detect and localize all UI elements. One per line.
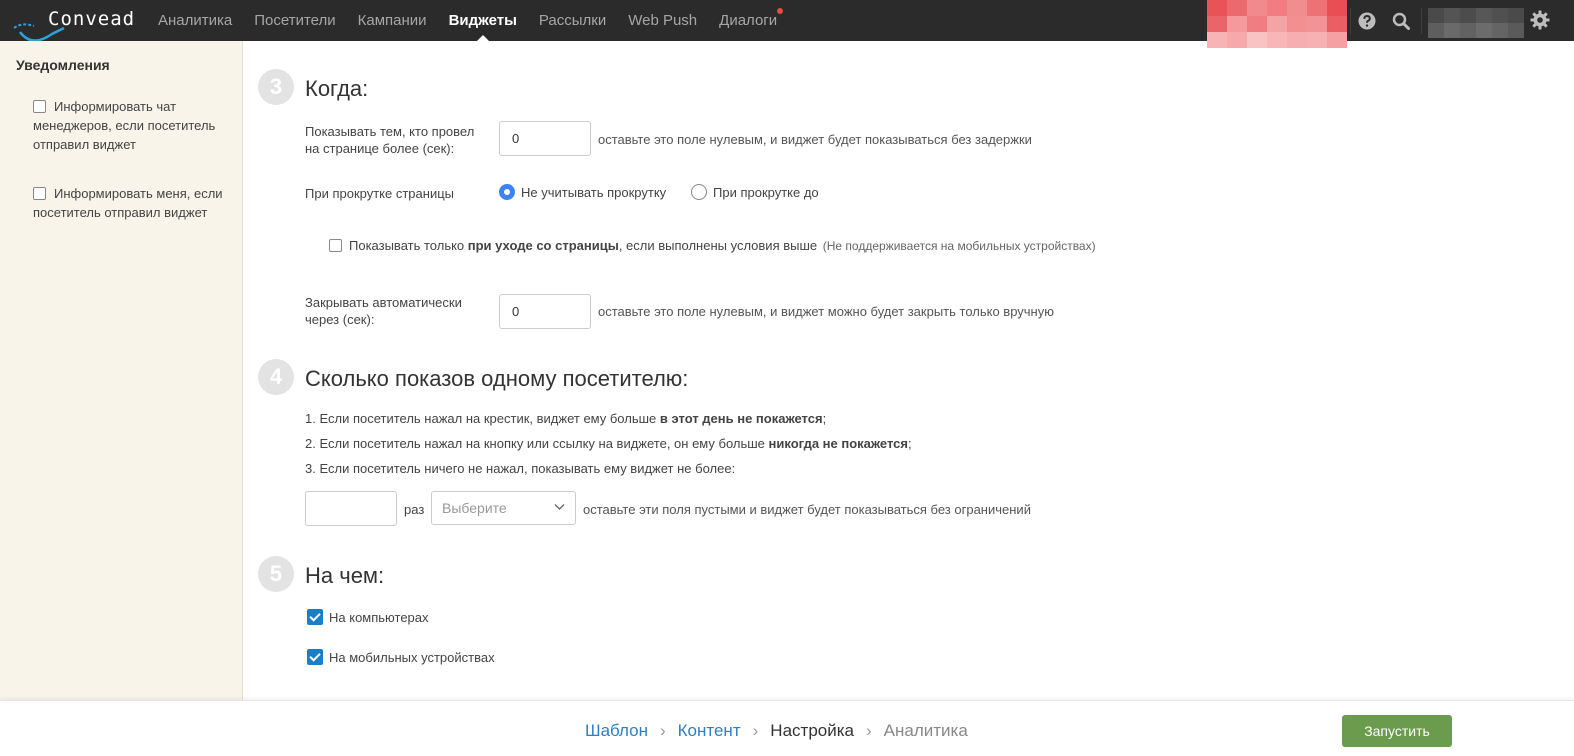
scroll-to-radio[interactable]: При прокрутке до — [691, 184, 819, 200]
brand-name: Convead — [48, 8, 136, 30]
notify-me-option[interactable]: Информировать меня, если посетитель отпр… — [33, 184, 238, 222]
nav-item-campaigns[interactable]: Кампании — [347, 0, 438, 41]
top-icons — [1350, 0, 1418, 41]
notify-managers-label: Информировать чат менеджеров, если посет… — [33, 99, 216, 152]
wizard-steps: Шаблон › Контент › Настройка › Аналитика — [585, 721, 968, 741]
logo[interactable]: Convead — [12, 4, 136, 51]
exit-intent-suffix: , если выполнены условия выше — [618, 238, 818, 253]
nav-item-dialogs[interactable]: Диалоги — [708, 0, 788, 41]
launch-button[interactable]: Запустить — [1342, 715, 1452, 747]
delay-seconds-input[interactable]: 0 — [499, 121, 591, 156]
wizard-footer: Шаблон › Контент › Настройка › Аналитика… — [0, 700, 1574, 756]
exit-intent-prefix: Показывать только — [349, 238, 468, 253]
autoclose-hint: оставьте это поле нулевым, и виджет можн… — [598, 304, 1054, 319]
mobile-not-supported-note: (Не поддерживается на мобильных устройст… — [822, 239, 1096, 253]
rule-text: 2. Если посетитель нажал на кнопку или с… — [305, 436, 769, 451]
nav-label: Посетители — [254, 12, 336, 29]
delay-hint: оставьте это поле нулевым, и виджет буде… — [598, 132, 1032, 147]
rule-end: ; — [822, 411, 827, 426]
nav-label: Диалоги — [719, 12, 778, 29]
max-times-input[interactable] — [305, 491, 397, 526]
gear-icon[interactable] — [1530, 10, 1550, 33]
radio-label: При прокрутке до — [713, 184, 819, 200]
section-title-when: Когда: — [305, 76, 369, 101]
nav-item-web-push[interactable]: Web Push — [617, 0, 708, 41]
radio-label: Не учитывать прокрутку — [521, 184, 667, 200]
frequency-hint: оставьте эти поля пустыми и виджет будет… — [583, 502, 1031, 517]
nav-label: Рассылки — [538, 12, 607, 29]
exit-intent-option[interactable]: Показывать только при уходе со страницы,… — [329, 238, 1096, 253]
scroll-label: При прокрутке страницы — [305, 186, 454, 201]
rule-end: ; — [908, 436, 912, 451]
divider — [1421, 8, 1422, 34]
device-mobile-option[interactable]: На мобильных устройствах — [307, 649, 495, 665]
rule-bold: в этот день не покажется — [659, 411, 823, 426]
nav-item-visitors[interactable]: Посетители — [243, 0, 346, 41]
chevron-down-icon — [554, 504, 565, 510]
notification-dot — [777, 8, 784, 14]
device-desktop-label: На компьютерах — [329, 610, 429, 625]
times-unit-label: раз — [404, 502, 425, 517]
wizard-step-content[interactable]: Контент — [678, 721, 741, 741]
sidebar-title: Уведомления — [16, 57, 110, 73]
nav-item-mailings[interactable]: Рассылки — [528, 0, 617, 41]
sidebar: Уведомления Информировать чат менеджеров… — [0, 41, 243, 700]
nav-label: Виджеты — [448, 12, 517, 29]
section-title-frequency: Сколько показов одному посетителю: — [305, 366, 689, 391]
nav-label: Web Push — [628, 12, 698, 29]
step-number: 3 — [258, 69, 294, 105]
radio-indicator — [691, 184, 707, 200]
rule-bold: никогда не покажется — [768, 436, 909, 451]
frequency-rule-3: 3. Если посетитель ничего не нажал, пока… — [305, 461, 735, 476]
wizard-step-template[interactable]: Шаблон — [585, 721, 648, 741]
top-navbar: Convead Аналитика Посетители Кампании Ви… — [0, 0, 1574, 51]
chevron-right-icon: › — [866, 721, 872, 740]
period-select[interactable]: Выберите — [431, 491, 576, 525]
autoclose-label: Закрывать автоматически через (сек): — [305, 295, 462, 327]
main-nav: Аналитика Посетители Кампании Виджеты Ра… — [147, 0, 788, 41]
exit-intent-checkbox[interactable] — [329, 239, 342, 252]
step-number: 5 — [258, 556, 294, 592]
chevron-right-icon: › — [752, 721, 759, 740]
device-mobile-checkbox[interactable] — [307, 649, 323, 665]
wizard-step-analytics: Аналитика — [883, 721, 968, 740]
nav-item-widgets[interactable]: Виджеты — [438, 0, 528, 41]
widget-settings-form: 3 Когда: Показывать тем, кто провел на с… — [244, 41, 1574, 700]
redacted-user-name[interactable] — [1428, 8, 1524, 38]
device-desktop-checkbox[interactable] — [307, 609, 323, 625]
device-desktop-option[interactable]: На компьютерах — [307, 609, 429, 625]
autoclose-seconds-input[interactable]: 0 — [499, 294, 591, 329]
notify-me-label: Информировать меня, если посетитель отпр… — [33, 186, 223, 220]
section-title-devices: На чем: — [305, 563, 385, 588]
step-number: 4 — [258, 359, 294, 395]
frequency-rule-2: 2. Если посетитель нажал на кнопку или с… — [305, 436, 912, 451]
search-icon[interactable] — [1384, 0, 1418, 41]
notify-managers-option[interactable]: Информировать чат менеджеров, если посет… — [33, 97, 238, 154]
notify-me-checkbox[interactable] — [33, 187, 46, 200]
exit-intent-bold: при уходе со страницы — [467, 238, 619, 253]
nav-label: Кампании — [357, 12, 427, 29]
radio-indicator — [499, 184, 515, 200]
notify-managers-checkbox[interactable] — [33, 100, 46, 113]
scroll-ignore-radio[interactable]: Не учитывать прокрутку — [499, 184, 666, 200]
wizard-step-settings: Настройка — [770, 721, 854, 740]
period-select-value: Выберите — [442, 500, 507, 516]
rule-text: 1. Если посетитель нажал на крестик, вид… — [305, 411, 660, 426]
device-mobile-label: На мобильных устройствах — [329, 650, 495, 665]
nav-label: Аналитика — [158, 12, 233, 29]
rule-text: 3. Если посетитель ничего не нажал, пока… — [305, 461, 736, 476]
frequency-rule-1: 1. Если посетитель нажал на крестик, вид… — [305, 411, 826, 426]
help-icon[interactable] — [1350, 0, 1384, 41]
delay-label: Показывать тем, кто провел на странице б… — [305, 124, 475, 156]
chevron-right-icon: › — [659, 721, 666, 740]
nav-item-analytics[interactable]: Аналитика — [147, 0, 243, 41]
